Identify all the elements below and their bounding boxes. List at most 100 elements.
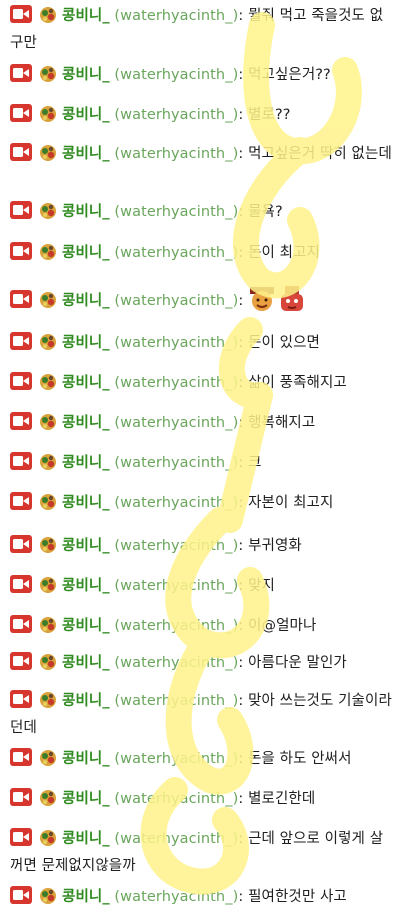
chat-message-text: 별로?? bbox=[248, 107, 291, 123]
chat-message-text: 자본이 최고지 bbox=[248, 495, 334, 511]
chat-nickname[interactable]: 콩비니_ bbox=[62, 146, 110, 162]
chat-message-text: 돈이 최고지 bbox=[248, 245, 320, 261]
chat-message-text: 별로긴한데 bbox=[248, 791, 316, 807]
chat-nickname[interactable]: 콩비니_ bbox=[62, 618, 110, 634]
chat-nickname[interactable]: 콩비니_ bbox=[62, 538, 110, 554]
chat-separator: : bbox=[238, 67, 244, 83]
chat-user-id[interactable]: (waterhyacinth_) bbox=[114, 538, 238, 554]
chat-message: 콩비니_ (waterhyacinth_): 맞지 bbox=[10, 573, 392, 600]
chat-separator: : bbox=[238, 889, 244, 905]
camera-badge-icon bbox=[10, 492, 32, 510]
chat-user-id[interactable]: (waterhyacinth_) bbox=[114, 67, 238, 83]
chat-nickname[interactable]: 콩비니_ bbox=[62, 495, 110, 511]
chat-nickname[interactable]: 콩비니_ bbox=[62, 335, 110, 351]
chat-nickname[interactable]: 콩비니_ bbox=[62, 889, 110, 905]
avatar-badge-icon bbox=[38, 289, 58, 309]
chat-user-id[interactable]: (waterhyacinth_) bbox=[114, 204, 238, 220]
chat-nickname[interactable]: 콩비니_ bbox=[62, 791, 110, 807]
chat-nickname[interactable]: 콩비니_ bbox=[62, 415, 110, 431]
chat-user-id[interactable]: (waterhyacinth_) bbox=[114, 655, 238, 671]
chat-user-id[interactable]: (waterhyacinth_) bbox=[114, 831, 238, 847]
chat-message: 콩비니_ (waterhyacinth_): 뭘줘 먹고 죽을것도 없구만 bbox=[10, 3, 392, 57]
chat-user-id[interactable]: (waterhyacinth_) bbox=[114, 415, 238, 431]
chat-user-id[interactable]: (waterhyacinth_) bbox=[114, 618, 238, 634]
chat-nickname[interactable]: 콩비니_ bbox=[62, 693, 110, 709]
avatar-badge-icon bbox=[38, 200, 58, 220]
chat-message-text: 먹고싶은거?? bbox=[248, 67, 331, 83]
chat-separator: : bbox=[238, 204, 244, 220]
chat-nickname[interactable]: 콩비니_ bbox=[62, 831, 110, 847]
camera-badge-icon bbox=[10, 652, 32, 670]
chat-user-id[interactable]: (waterhyacinth_) bbox=[114, 791, 238, 807]
chat-separator: : bbox=[238, 618, 244, 634]
chat-separator: : bbox=[238, 415, 244, 431]
chat-user-id[interactable]: (waterhyacinth_) bbox=[114, 455, 238, 471]
chat-nickname[interactable]: 콩비니_ bbox=[62, 67, 110, 83]
chat-user-id[interactable]: (waterhyacinth_) bbox=[114, 8, 238, 24]
avatar-badge-icon bbox=[38, 241, 58, 261]
chat-user-id[interactable]: (waterhyacinth_) bbox=[114, 889, 238, 905]
chat-message-text: 행복해지고 bbox=[248, 415, 316, 431]
avatar-badge-icon bbox=[38, 827, 58, 847]
chat-log: 콩비니_ (waterhyacinth_): 뭘줘 먹고 죽을것도 없구만 콩비니… bbox=[0, 0, 400, 921]
chat-nickname[interactable]: 콩비니_ bbox=[62, 293, 110, 309]
chat-message: 콩비니_ (waterhyacinth_): 부귀영화 bbox=[10, 533, 392, 560]
chat-user-id[interactable]: (waterhyacinth_) bbox=[114, 335, 238, 351]
chat-nickname[interactable]: 콩비니_ bbox=[62, 8, 110, 24]
chat-user-id[interactable]: (waterhyacinth_) bbox=[114, 293, 238, 309]
avatar-badge-icon bbox=[38, 614, 58, 634]
chat-user-id[interactable]: (waterhyacinth_) bbox=[114, 578, 238, 594]
chat-message: 콩비니_ (waterhyacinth_): 별로긴한데 bbox=[10, 786, 392, 813]
chat-nickname[interactable]: 콩비니_ bbox=[62, 107, 110, 123]
chat-message: 콩비니_ (waterhyacinth_): 별로?? bbox=[10, 102, 392, 129]
chat-user-id[interactable]: (waterhyacinth_) bbox=[114, 245, 238, 261]
chat-message: 콩비니_ (waterhyacinth_): 먹고싶은거?? bbox=[10, 62, 392, 89]
avatar-badge-icon bbox=[38, 411, 58, 431]
chat-user-id[interactable]: (waterhyacinth_) bbox=[114, 495, 238, 511]
chat-nickname[interactable]: 콩비니_ bbox=[62, 375, 110, 391]
avatar-badge-icon bbox=[38, 103, 58, 123]
chat-nickname[interactable]: 콩비니_ bbox=[62, 455, 110, 471]
camera-badge-icon bbox=[10, 828, 32, 846]
chat-message: 콩비니_ (waterhyacinth_): 이@얼마나 bbox=[10, 613, 392, 640]
avatar-badge-icon bbox=[38, 885, 58, 905]
camera-badge-icon bbox=[10, 748, 32, 766]
avatar-badge-icon bbox=[38, 787, 58, 807]
chat-separator: : bbox=[238, 455, 244, 471]
camera-badge-icon bbox=[10, 690, 32, 708]
camera-badge-icon bbox=[10, 615, 32, 633]
chat-message: 콩비니_ (waterhyacinth_): 먹고싶은거 딱히 없는데 bbox=[10, 141, 392, 168]
chat-separator: : bbox=[238, 791, 244, 807]
chat-user-id[interactable]: (waterhyacinth_) bbox=[114, 107, 238, 123]
camera-badge-icon bbox=[10, 104, 32, 122]
chat-separator: : bbox=[238, 495, 244, 511]
camera-badge-icon bbox=[10, 535, 32, 553]
chat-message: 콩비니_ (waterhyacinth_): 삶이 풍족해지고 bbox=[10, 370, 392, 397]
camera-badge-icon bbox=[10, 201, 32, 219]
chat-nickname[interactable]: 콩비니_ bbox=[62, 578, 110, 594]
avatar-badge-icon bbox=[38, 142, 58, 162]
chat-message-text: 아름다운 말인가 bbox=[248, 655, 347, 671]
avatar-badge-icon bbox=[38, 534, 58, 554]
chat-nickname[interactable]: 콩비니_ bbox=[62, 655, 110, 671]
chat-separator: : bbox=[238, 693, 244, 709]
chat-user-id[interactable]: (waterhyacinth_) bbox=[114, 375, 238, 391]
chat-separator: : bbox=[238, 245, 244, 261]
chat-user-id[interactable]: (waterhyacinth_) bbox=[114, 146, 238, 162]
chat-nickname[interactable]: 콩비니_ bbox=[62, 751, 110, 767]
chat-separator: : bbox=[238, 578, 244, 594]
chat-separator: : bbox=[238, 538, 244, 554]
camera-badge-icon bbox=[10, 886, 32, 904]
avatar-badge-icon bbox=[38, 491, 58, 511]
camera-badge-icon bbox=[10, 575, 32, 593]
avatar-badge-icon bbox=[38, 63, 58, 83]
chat-nickname[interactable]: 콩비니_ bbox=[62, 204, 110, 220]
chat-user-id[interactable]: (waterhyacinth_) bbox=[114, 693, 238, 709]
chat-message-text: 삶이 풍족해지고 bbox=[248, 375, 347, 391]
chat-user-id[interactable]: (waterhyacinth_) bbox=[114, 751, 238, 767]
chat-nickname[interactable]: 콩비니_ bbox=[62, 245, 110, 261]
chat-separator: : bbox=[238, 335, 244, 351]
camera-badge-icon bbox=[10, 290, 32, 308]
avatar-badge-icon bbox=[38, 371, 58, 391]
avatar-badge-icon bbox=[38, 574, 58, 594]
